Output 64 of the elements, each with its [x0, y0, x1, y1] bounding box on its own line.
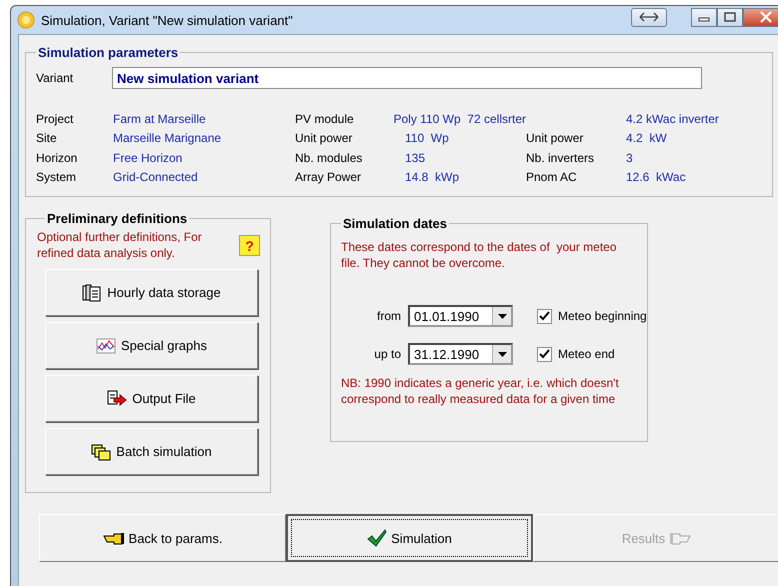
sun-icon	[17, 11, 35, 29]
parameter-value: Free Horizon	[113, 150, 182, 165]
minimize-button[interactable]	[691, 8, 717, 26]
parameter-value: Marseille Marignane	[113, 131, 222, 146]
group-title: Preliminary definitions	[46, 211, 188, 226]
checkbox-label: Meteo beginning	[558, 309, 647, 323]
parameter-label: PV module	[295, 112, 355, 126]
group-title: Simulation dates	[342, 216, 448, 231]
note-text: These dates correspond to the dates of your meteo file. They cannot be overcome.	[341, 239, 618, 271]
parameter-label: Nb. inverters	[526, 150, 596, 165]
maximize-button[interactable]	[717, 8, 743, 26]
maximize-icon	[724, 12, 736, 22]
resize-button[interactable]	[631, 8, 667, 26]
action-button[interactable]: Hourly data storage	[45, 269, 258, 316]
checkbox[interactable]	[537, 308, 552, 324]
parameter-value: Grid-Connected	[113, 170, 198, 184]
parameter-label: Array Power	[295, 170, 362, 184]
parameter-label: System	[36, 170, 78, 184]
parameter-value: Farm at Marseille	[113, 112, 206, 126]
checkbox[interactable]	[537, 346, 552, 362]
parameter-value: 4.2 kWac inverter	[626, 112, 719, 126]
parameter-value: 110 Wp	[405, 131, 449, 146]
file-arrow-icon	[107, 390, 128, 408]
parameter-label: Site	[36, 131, 58, 146]
action-button[interactable]: Batch simulation	[45, 428, 258, 475]
parameter-value: 14.8 kWp	[405, 170, 460, 184]
parameter-value: 4.2 kW	[626, 131, 667, 146]
date-dropdown[interactable]: 01.01.1990	[408, 305, 513, 327]
help-button[interactable]: ?	[239, 235, 260, 256]
variant-field[interactable]: New simulation variant	[112, 67, 702, 89]
parameter-label: Unit power	[295, 131, 354, 146]
parameter-value: 3	[626, 150, 633, 165]
parameter-label: Unit power	[526, 131, 584, 146]
group-title: Simulation parameters	[37, 45, 180, 60]
caret-icon	[498, 314, 506, 318]
parameter-label: Project	[36, 112, 74, 126]
parameter-value: 12.6 kWac	[626, 170, 686, 184]
folders-icon	[91, 442, 112, 460]
note-text: Optional further definitions, For refined data analysis only.	[37, 229, 203, 261]
caret-icon	[498, 352, 506, 356]
graph-icon	[96, 338, 116, 354]
action-button[interactable]: Special graphs	[45, 322, 258, 369]
parameter-value: Poly 110 Wp 72 cellsrter	[394, 112, 526, 126]
checkbox-label: Meteo end	[558, 347, 615, 361]
date-dropdown[interactable]: 31.12.1990	[408, 343, 513, 365]
date-label: from	[376, 309, 401, 323]
nav-button[interactable]: Simulation	[286, 514, 533, 562]
double-arrow-icon	[638, 11, 660, 23]
window-title: Simulation, Variant "New simulation variant"	[41, 12, 293, 28]
close-button[interactable]	[743, 8, 778, 26]
pointing-hand-icon	[669, 531, 692, 545]
pointing-hand-icon	[102, 531, 125, 545]
pages-icon	[82, 284, 102, 302]
parameter-label: Pnom AC	[526, 170, 578, 184]
parameter-label: Horizon	[36, 150, 78, 165]
close-icon	[759, 11, 773, 23]
parameter-label: Nb. modules	[295, 150, 364, 165]
checkmark-icon	[367, 529, 388, 547]
nav-button[interactable]: Back to params.	[39, 514, 286, 562]
date-label: up to	[373, 347, 401, 361]
footnote-text: NB: 1990 indicates a generic year, i.e. which doesn't correspond to really measured data for a given time	[341, 375, 620, 407]
action-button[interactable]: Output File	[45, 375, 258, 422]
parameter-value: 135	[405, 150, 426, 165]
field-label: Variant	[36, 71, 74, 85]
